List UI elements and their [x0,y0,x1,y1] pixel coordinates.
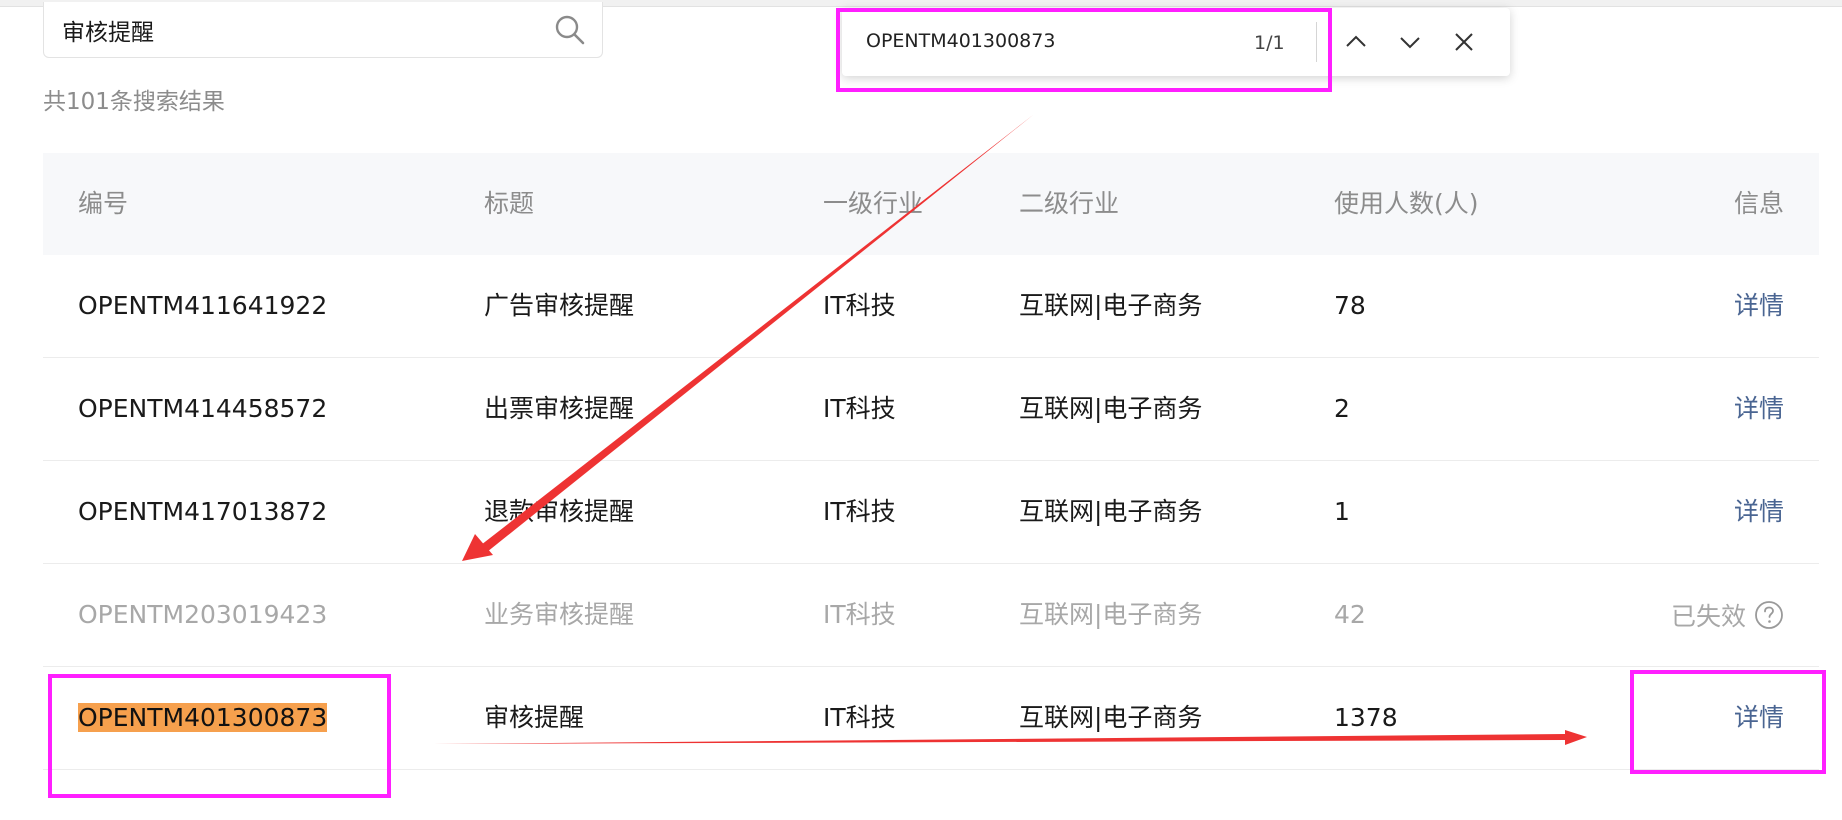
row-title: 审核提醒 [484,703,585,732]
previous-match-button[interactable] [1336,22,1376,62]
details-link[interactable]: 详情 [1734,667,1784,769]
template-table: 编号 标题 一级行业 二级行业 使用人数(人) 信息 OPENTM4116419… [43,153,1819,770]
find-match-count: 1/1 [1254,32,1285,54]
result-count: 共101条搜索结果 [43,89,225,115]
find-bar-divider [1316,22,1317,62]
row-industry-1: IT科技 [823,497,896,526]
details-link[interactable]: 详情 [1734,255,1784,357]
row-id: OPENTM417013872 [78,497,328,526]
row-users: 1 [1334,497,1350,526]
table-row-highlighted: OPENTM401300873 审核提醒 IT科技 互联网|电子商务 1378 … [43,667,1819,770]
row-industry-1: IT科技 [823,703,896,732]
row-id: OPENTM203019423 [78,600,328,629]
row-industry-2: 互联网|电子商务 [1019,703,1203,732]
row-industry-2: 互联网|电子商务 [1019,497,1203,526]
row-title: 广告审核提醒 [484,291,635,320]
table-header: 编号 标题 一级行业 二级行业 使用人数(人) 信息 [43,153,1819,255]
details-link[interactable]: 详情 [1734,461,1784,563]
close-find-button[interactable] [1444,22,1484,62]
header-industry-1: 一级行业 [823,189,924,218]
chevron-up-icon [1346,35,1366,47]
details-link[interactable]: 详情 [1734,358,1784,460]
row-users: 42 [1334,600,1366,629]
row-users: 1378 [1334,703,1398,732]
find-match-highlight: OPENTM401300873 [78,703,328,732]
table-row: OPENTM417013872 退款审核提醒 IT科技 互联网|电子商务 1 详… [43,461,1819,564]
find-in-page-bar: 1/1 [842,8,1510,76]
expired-label: 已失效 [1670,602,1746,631]
row-title: 退款审核提醒 [484,497,635,526]
expired-status: 已失效 [1671,564,1784,666]
find-input[interactable] [866,24,1196,58]
row-industry-2: 互联网|电子商务 [1019,291,1203,320]
row-industry-1: IT科技 [823,600,896,629]
header-info: 信息 [1733,189,1784,218]
row-industry-1: IT科技 [823,394,896,423]
row-industry-1: IT科技 [823,291,896,320]
row-industry-2: 互联网|电子商务 [1019,600,1203,629]
row-title: 业务审核提醒 [484,600,635,629]
row-users: 2 [1334,394,1350,423]
header-industry-2: 二级行业 [1019,189,1120,218]
row-id: OPENTM401300873 [78,667,328,769]
help-icon[interactable] [1754,600,1784,630]
header-users: 使用人数(人) [1334,189,1479,218]
row-id: OPENTM414458572 [78,394,328,423]
row-industry-2: 互联网|电子商务 [1019,394,1203,423]
header-id: 编号 [78,189,129,218]
search-input[interactable] [62,2,522,58]
search-icon[interactable] [554,14,586,46]
chevron-down-icon [1400,37,1420,49]
table-row: OPENTM414458572 出票审核提醒 IT科技 互联网|电子商务 2 详… [43,358,1819,461]
close-icon [1455,33,1473,51]
table-row: OPENTM411641922 广告审核提醒 IT科技 互联网|电子商务 78 … [43,255,1819,358]
row-title: 出票审核提醒 [484,394,635,423]
row-users: 78 [1334,291,1366,320]
next-match-button[interactable] [1390,22,1430,62]
table-row-expired: OPENTM203019423 业务审核提醒 IT科技 互联网|电子商务 42 … [43,564,1819,667]
row-id: OPENTM411641922 [78,291,328,320]
search-box [43,2,603,58]
header-title: 标题 [484,189,535,218]
